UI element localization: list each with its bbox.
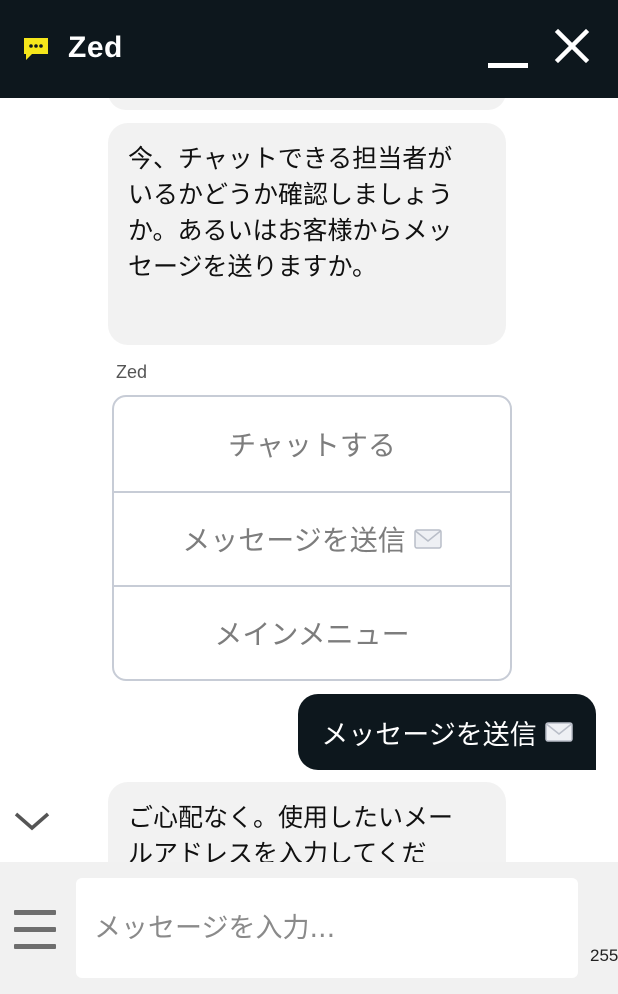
conversation-area[interactable]: 今、チャットできる担当者がいるかどうか確認しましょうか。あるいはお客様からメッセ… (0, 98, 618, 862)
envelope-icon (544, 722, 573, 742)
bot-message-text: ご心配なく。使用したいメールアドレスを入力してくだ (128, 803, 454, 862)
option-send-message-label: メッセージを送信 (182, 524, 406, 557)
user-message: メッセージを送信 (298, 694, 596, 770)
minimize-button[interactable] (484, 28, 532, 76)
message-input[interactable] (76, 878, 578, 978)
close-icon[interactable] (552, 26, 592, 66)
option-send-message[interactable]: メッセージを送信 (114, 491, 510, 585)
option-main-menu-label: メインメニュー (214, 618, 410, 651)
menu-button[interactable] (14, 910, 56, 950)
user-message-text: メッセージを送信 (321, 719, 537, 751)
minimize-icon (488, 63, 528, 68)
message-composer: 255 (0, 862, 618, 994)
bot-message: 今、チャットできる担当者がいるかどうか確認しましょうか。あるいはお客様からメッセ… (108, 123, 506, 345)
previous-message-bubble (108, 98, 506, 110)
hamburger-icon (14, 927, 56, 932)
option-chat-label: チャットする (228, 429, 396, 462)
bot-message: ご心配なく。使用したいメールアドレスを入力してくだ (108, 782, 506, 862)
option-main-menu[interactable]: メインメニュー (114, 585, 510, 679)
bot-message-text: 今、チャットできる担当者がいるかどうか確認しましょうか。あるいはお客様からメッセ… (128, 144, 454, 281)
chat-header: Zed (0, 0, 618, 98)
chat-title: Zed (68, 31, 123, 64)
sender-name: Zed (116, 362, 148, 382)
quick-reply-options: チャットする メッセージを送信 メインメニュー (112, 395, 512, 681)
option-chat[interactable]: チャットする (114, 397, 510, 491)
hamburger-icon (14, 944, 56, 949)
hamburger-icon (14, 910, 56, 915)
chevron-down-icon[interactable] (12, 806, 52, 836)
chat-bubble-icon (24, 38, 48, 60)
character-counter: 255 (590, 946, 618, 965)
envelope-icon (413, 529, 442, 549)
